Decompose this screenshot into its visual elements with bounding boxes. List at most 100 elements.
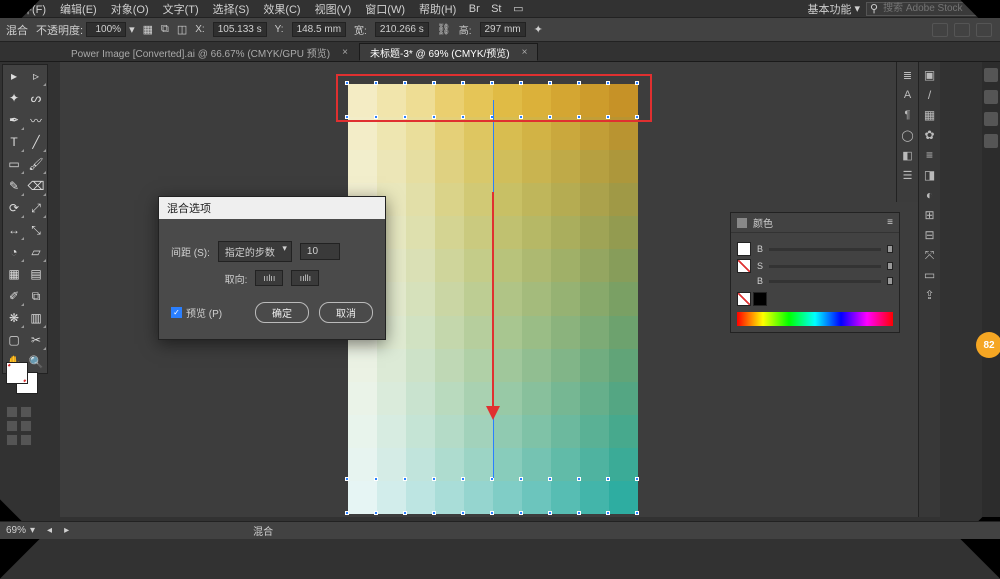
gradient-panel-icon[interactable]: ◨ <box>921 166 939 184</box>
slider-2[interactable] <box>769 265 881 268</box>
eraser-tool[interactable]: ⌫ <box>25 175 47 197</box>
y-value[interactable]: 148.5 mm <box>292 22 346 37</box>
character-panel-icon[interactable]: A <box>899 86 917 104</box>
transparency-icon[interactable]: ◐ <box>921 186 939 204</box>
swatches-icon[interactable]: ▦ <box>921 106 939 124</box>
curvature-tool[interactable]: 〰 <box>25 109 47 131</box>
close-icon[interactable]: × <box>342 47 348 58</box>
thumb-3[interactable] <box>887 277 893 285</box>
direct-selection-tool[interactable]: ▹ <box>25 65 47 87</box>
slider-3[interactable] <box>769 280 881 283</box>
options-extra3-icon[interactable] <box>976 23 992 37</box>
pathfinder-icon[interactable]: ⊟ <box>921 226 939 244</box>
h-value[interactable]: 297 mm <box>480 22 526 37</box>
spacing-value-input[interactable]: 10 <box>300 243 340 260</box>
opacity-field[interactable]: 不透明度: 100% ▾ <box>36 22 135 38</box>
transform-icon[interactable]: ⧉ <box>161 23 169 36</box>
eyedropper-tool[interactable]: ✐ <box>3 285 25 307</box>
free-transform-tool[interactable]: ⤡ <box>25 219 47 241</box>
paragraph-panel-icon[interactable]: ¶ <box>899 106 917 124</box>
color-panel[interactable]: 颜色 ≡ B S B <box>730 212 900 333</box>
perspective-tool[interactable]: ▱ <box>25 241 47 263</box>
thumb-2[interactable] <box>887 262 893 270</box>
rectangle-tool[interactable]: ▭ <box>3 153 25 175</box>
selection-tool[interactable]: ▸ <box>3 65 25 87</box>
type-tool[interactable]: T <box>3 131 25 153</box>
cancel-button[interactable]: 取消 <box>319 302 373 323</box>
fill-swatch[interactable] <box>6 362 28 384</box>
artboards-panel-icon[interactable]: ▭ <box>921 266 939 284</box>
menu-window[interactable]: 窗口(W) <box>359 0 411 18</box>
scale-tool[interactable]: ⤢ <box>25 197 47 219</box>
menu-edit[interactable]: 编辑(E) <box>54 0 103 18</box>
menu-effect[interactable]: 效果(C) <box>257 0 306 18</box>
slice-tool[interactable]: ✂ <box>25 329 47 351</box>
asset-export-icon[interactable]: ⇪ <box>921 286 939 304</box>
menu-help[interactable]: 帮助(H) <box>413 0 462 18</box>
stroke-panel-icon[interactable]: ≡ <box>921 146 939 164</box>
mesh-tool[interactable]: ▦ <box>3 263 25 285</box>
symbol-sprayer-tool[interactable]: ❋ <box>3 307 25 329</box>
appearance-panel-icon[interactable]: ◯ <box>899 126 917 144</box>
opacity-value[interactable]: 100% <box>86 22 126 37</box>
stock-icon[interactable]: St <box>486 2 506 16</box>
spacing-mode-select[interactable]: 指定的步数 <box>218 241 292 262</box>
layers-panel-icon[interactable]: ☰ <box>899 166 917 184</box>
options-extra1-icon[interactable] <box>932 23 948 37</box>
rotate-tool[interactable]: ⟳ <box>3 197 25 219</box>
orient-align-path-button[interactable]: ııllı <box>291 270 319 286</box>
constrain-icon[interactable]: ✦ <box>534 23 543 36</box>
symbols-icon[interactable]: ✿ <box>921 126 939 144</box>
cc-libraries-icon[interactable] <box>984 68 998 82</box>
draw-mode-2[interactable] <box>20 434 32 446</box>
stroke-proxy[interactable] <box>737 259 751 273</box>
draw-mode-1[interactable] <box>6 434 18 446</box>
ext-icon-3[interactable] <box>984 112 998 126</box>
ext-icon-4[interactable] <box>984 134 998 148</box>
menu-object[interactable]: 对象(O) <box>105 0 155 18</box>
ok-button[interactable]: 确定 <box>255 302 309 323</box>
gradient-tool[interactable]: ▤ <box>25 263 47 285</box>
workspace-switcher[interactable]: 基本功能 ▾ <box>803 1 864 17</box>
preview-checkbox[interactable]: ✓ 预览 (P) <box>171 305 222 320</box>
slider-1[interactable] <box>769 248 881 251</box>
line-tool[interactable]: ╱ <box>25 131 47 153</box>
artboard-nav-next-icon[interactable]: ▸ <box>64 525 69 536</box>
x-value[interactable]: 105.133 s <box>213 22 267 37</box>
canvas[interactable]: 混合选项 间距 (S): 指定的步数 10 取向: ıılıı ııllı ✓ … <box>60 62 940 517</box>
pen-tool[interactable]: ✒ <box>3 109 25 131</box>
black-swatch[interactable] <box>753 292 767 306</box>
color-mode-gradient[interactable] <box>20 406 32 418</box>
blend-options-dialog[interactable]: 混合选项 间距 (S): 指定的步数 10 取向: ıılıı ııllı ✓ … <box>158 196 386 340</box>
close-icon[interactable]: × <box>522 47 528 58</box>
w-value[interactable]: 210.266 s <box>375 22 429 37</box>
graphic-styles-icon[interactable]: ◧ <box>899 146 917 164</box>
zoom-control[interactable]: 69% ▾ <box>6 525 35 536</box>
ext-icon-2[interactable] <box>984 90 998 104</box>
spectrum-bar[interactable] <box>737 312 893 326</box>
align-panel-icon[interactable]: ⊞ <box>921 206 939 224</box>
menu-select[interactable]: 选择(S) <box>207 0 256 18</box>
properties-panel-icon[interactable]: ≣ <box>899 66 917 84</box>
transform-panel-icon[interactable]: ⤧ <box>921 246 939 264</box>
blend-tool[interactable]: ⧉ <box>25 285 47 307</box>
none-swatch[interactable] <box>737 292 751 306</box>
menu-view[interactable]: 视图(V) <box>309 0 358 18</box>
document-tab-1[interactable]: Power Image [Converted].ai @ 66.67% (CMY… <box>60 43 359 61</box>
align-icon[interactable]: ▦ <box>143 23 153 36</box>
orient-align-page-button[interactable]: ıılıı <box>255 270 283 286</box>
menu-extra-icon[interactable]: ▭ <box>508 2 528 16</box>
options-extra2-icon[interactable] <box>954 23 970 37</box>
brushes-icon[interactable]: / <box>921 86 939 104</box>
paintbrush-tool[interactable]: 🖌 <box>25 153 47 175</box>
lasso-tool[interactable]: ᔕ <box>25 87 47 109</box>
graph-tool[interactable]: ▥ <box>25 307 47 329</box>
link-wh-icon[interactable]: ⛓ <box>437 23 451 36</box>
libraries-icon[interactable]: ▣ <box>921 66 939 84</box>
artboard[interactable] <box>348 84 638 514</box>
bridge-icon[interactable]: Br <box>464 2 484 16</box>
artboard-tool[interactable]: ▢ <box>3 329 25 351</box>
width-tool[interactable]: ↔ <box>3 219 25 241</box>
screen-mode[interactable] <box>20 420 32 432</box>
magic-wand-tool[interactable]: ✦ <box>3 87 25 109</box>
